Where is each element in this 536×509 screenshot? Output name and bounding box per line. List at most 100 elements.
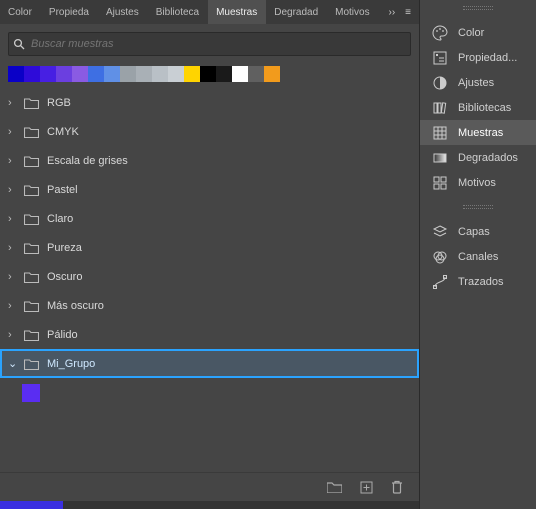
side-item-label: Trazados bbox=[458, 276, 503, 288]
side-item-muestras[interactable]: Muestras bbox=[420, 120, 536, 145]
swatch-strip bbox=[8, 66, 411, 82]
pattern-icon bbox=[432, 175, 448, 191]
halfcircle-icon bbox=[432, 75, 448, 91]
swatch[interactable] bbox=[56, 66, 72, 82]
folder-row[interactable]: › Oscuro bbox=[0, 262, 419, 291]
folder-icon bbox=[24, 184, 39, 196]
side-item-color[interactable]: Color bbox=[420, 20, 536, 45]
tab-color[interactable]: Color bbox=[0, 0, 41, 24]
chevron-right-icon[interactable]: › bbox=[8, 213, 16, 225]
folder-label: Claro bbox=[47, 213, 73, 225]
side-item-label: Degradados bbox=[458, 152, 518, 164]
side-item-ajustes[interactable]: Ajustes bbox=[420, 70, 536, 95]
folder-label: Pálido bbox=[47, 329, 78, 341]
side-item-label: Capas bbox=[458, 226, 490, 238]
chevron-right-icon[interactable]: › bbox=[8, 97, 16, 109]
folder-label: Más oscuro bbox=[47, 300, 104, 312]
folder-row[interactable]: › Más oscuro bbox=[0, 291, 419, 320]
swatch[interactable] bbox=[24, 66, 40, 82]
folder-row[interactable]: ⌄ Mi_Grupo bbox=[0, 349, 419, 378]
swatch[interactable] bbox=[120, 66, 136, 82]
search-input[interactable] bbox=[29, 37, 410, 51]
side-item-label: Bibliotecas bbox=[458, 102, 511, 114]
folder-row[interactable]: ›Escala de grises bbox=[0, 146, 419, 175]
swatch[interactable] bbox=[104, 66, 120, 82]
new-group-icon[interactable] bbox=[327, 481, 342, 493]
swatch[interactable] bbox=[232, 66, 248, 82]
drag-handle[interactable] bbox=[420, 3, 536, 13]
folder-list: ›RGB›CMYK›Escala de grises›Pastel›Claro›… bbox=[0, 88, 419, 472]
channels-icon bbox=[432, 249, 448, 265]
swatch[interactable] bbox=[136, 66, 152, 82]
folder-label: Oscuro bbox=[47, 271, 82, 283]
search-icon bbox=[9, 38, 29, 50]
chevron-down-icon[interactable]: ⌄ bbox=[8, 357, 16, 370]
folder-label: Mi_Grupo bbox=[47, 358, 95, 370]
side-item-bibliotecas[interactable]: Bibliotecas bbox=[420, 95, 536, 120]
folder-label: CMYK bbox=[47, 126, 79, 138]
folder-icon bbox=[24, 358, 39, 370]
swatch[interactable] bbox=[184, 66, 200, 82]
chevron-right-icon[interactable]: › bbox=[8, 126, 16, 138]
search-field bbox=[8, 32, 411, 56]
palette-icon bbox=[432, 25, 448, 41]
side-item-canales[interactable]: Canales bbox=[420, 244, 536, 269]
side-item-label: Ajustes bbox=[458, 77, 494, 89]
folder-row[interactable]: › Claro bbox=[0, 204, 419, 233]
grid-icon bbox=[432, 125, 448, 141]
books-icon bbox=[432, 100, 448, 116]
panel-footer bbox=[0, 472, 419, 501]
trash-icon[interactable] bbox=[391, 480, 403, 494]
drag-handle[interactable] bbox=[420, 202, 536, 212]
folder-row[interactable]: ›Pastel bbox=[0, 175, 419, 204]
chevron-right-icon[interactable]: › bbox=[8, 242, 16, 254]
folder-icon bbox=[24, 213, 39, 225]
footer-strip bbox=[0, 501, 419, 509]
folder-icon bbox=[24, 97, 39, 109]
folder-label: Pureza bbox=[47, 242, 82, 254]
swatch[interactable] bbox=[22, 384, 40, 402]
swatch[interactable] bbox=[200, 66, 216, 82]
expand-icon[interactable]: ›› bbox=[388, 7, 395, 18]
swatch[interactable] bbox=[168, 66, 184, 82]
chevron-right-icon[interactable]: › bbox=[8, 155, 16, 167]
folder-row[interactable]: › CMYK bbox=[0, 117, 419, 146]
chevron-right-icon[interactable]: › bbox=[8, 300, 16, 312]
panel-menu-icon[interactable]: ≡ bbox=[405, 7, 411, 18]
tab-motivos[interactable]: Motivos bbox=[327, 0, 378, 24]
folder-row[interactable]: › RGB bbox=[0, 88, 419, 117]
side-item-label: Color bbox=[458, 27, 484, 39]
side-item-label: Motivos bbox=[458, 177, 496, 189]
folder-icon bbox=[24, 271, 39, 283]
side-item-label: Propiedad... bbox=[458, 52, 517, 64]
side-item-capas[interactable]: Capas bbox=[420, 219, 536, 244]
side-item-propiedad-[interactable]: Propiedad... bbox=[420, 45, 536, 70]
new-swatch-icon[interactable] bbox=[360, 481, 373, 494]
swatch[interactable] bbox=[72, 66, 88, 82]
chevron-right-icon[interactable]: › bbox=[8, 184, 16, 196]
swatch[interactable] bbox=[8, 66, 24, 82]
side-item-degradados[interactable]: Degradados bbox=[420, 145, 536, 170]
folder-row[interactable]: › Pálido bbox=[0, 320, 419, 349]
tab-ajustes[interactable]: Ajustes bbox=[98, 0, 148, 24]
folder-icon bbox=[24, 300, 39, 312]
swatch[interactable] bbox=[264, 66, 280, 82]
tab-propieda[interactable]: Propieda bbox=[41, 0, 98, 24]
side-panel: Color Propiedad... Ajustes Bibliotecas Muest… bbox=[419, 0, 536, 509]
tab-biblioteca[interactable]: Biblioteca bbox=[148, 0, 208, 24]
folder-row[interactable]: › Pureza bbox=[0, 233, 419, 262]
side-item-motivos[interactable]: Motivos bbox=[420, 170, 536, 195]
swatch[interactable] bbox=[40, 66, 56, 82]
swatch[interactable] bbox=[88, 66, 104, 82]
folder-label: RGB bbox=[47, 97, 71, 109]
panel-tabs: ColorPropiedaAjustesBibliotecaMuestrasDe… bbox=[0, 0, 419, 24]
chevron-right-icon[interactable]: › bbox=[8, 271, 16, 283]
chevron-right-icon[interactable]: › bbox=[8, 329, 16, 341]
tab-muestras[interactable]: Muestras bbox=[208, 0, 266, 24]
side-item-label: Muestras bbox=[458, 127, 503, 139]
swatch[interactable] bbox=[216, 66, 232, 82]
side-item-trazados[interactable]: Trazados bbox=[420, 269, 536, 294]
swatch[interactable] bbox=[152, 66, 168, 82]
tab-degradad[interactable]: Degradad bbox=[266, 0, 327, 24]
swatch[interactable] bbox=[248, 66, 264, 82]
